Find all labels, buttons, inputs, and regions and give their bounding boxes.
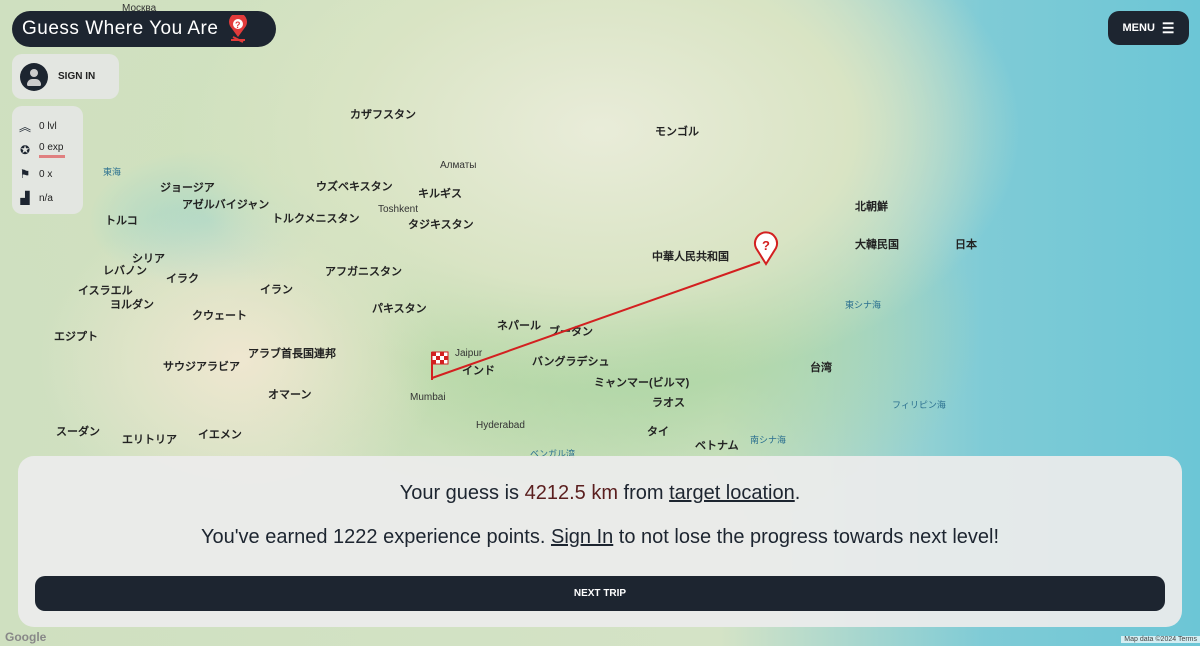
stat-level: ︽ 0 lvl (18, 114, 83, 138)
bar-chart-icon: ▟ (20, 191, 30, 205)
map-attribution[interactable]: Map data ©2024 Terms (1121, 636, 1200, 643)
text: from (617, 482, 670, 504)
level-value: 0 lvl (39, 120, 57, 132)
result-panel: Your guess is 4212.5 km from target loca… (18, 456, 1182, 627)
text: to not lose the progress towards next le… (613, 526, 1000, 548)
google-logo: Google (5, 630, 47, 644)
text: You've earned 1222 experience points. (200, 526, 551, 548)
user-avatar-icon (20, 62, 48, 91)
stat-rank: ▟ n/a (18, 186, 83, 210)
menu-button[interactable]: MENU ☰ (1108, 11, 1189, 45)
distance-line (431, 261, 761, 379)
next-trip-button[interactable]: NEXT TRIP (35, 576, 1165, 611)
menu-label: MENU (1122, 22, 1155, 34)
app-title: Guess Where You Are (22, 18, 219, 39)
sign-in-label: SIGN IN (58, 71, 96, 82)
sign-in-link[interactable]: Sign In (551, 526, 613, 548)
exp-value: 0 exp (39, 142, 64, 153)
svg-text:?: ? (762, 238, 770, 253)
distance-value: 4212.5 km (524, 482, 618, 504)
svg-text:?: ? (235, 20, 241, 30)
guess-result-text: Your guess is 4212.5 km from target loca… (18, 482, 1182, 505)
app-logo[interactable]: Guess Where You Are ? (12, 11, 276, 47)
text: . (794, 482, 801, 504)
target-location-link[interactable]: target location (669, 482, 795, 504)
target-pin-icon: ? (754, 231, 778, 266)
stat-trips: ⚑ 0 x (18, 162, 83, 186)
hamburger-icon: ☰ (1161, 19, 1175, 36)
star-icon: ✪ (19, 143, 31, 157)
stat-exp: ✪ 0 exp (18, 138, 83, 162)
trips-value: 0 x (39, 168, 53, 180)
rank-value: n/a (39, 192, 53, 204)
location-pin-icon: ? (229, 15, 248, 43)
player-stats-panel: ︽ 0 lvl ✪ 0 exp ⚑ 0 x ▟ n/a (12, 106, 83, 214)
sign-in-button[interactable]: SIGN IN (12, 54, 119, 99)
experience-text: You've earned 1222 experience points. Si… (18, 526, 1182, 549)
chevrons-up-icon: ︽ (18, 119, 31, 134)
flag-icon: ⚑ (19, 167, 31, 181)
exp-progress-bar (39, 155, 65, 158)
text: Your guess is (399, 482, 525, 504)
